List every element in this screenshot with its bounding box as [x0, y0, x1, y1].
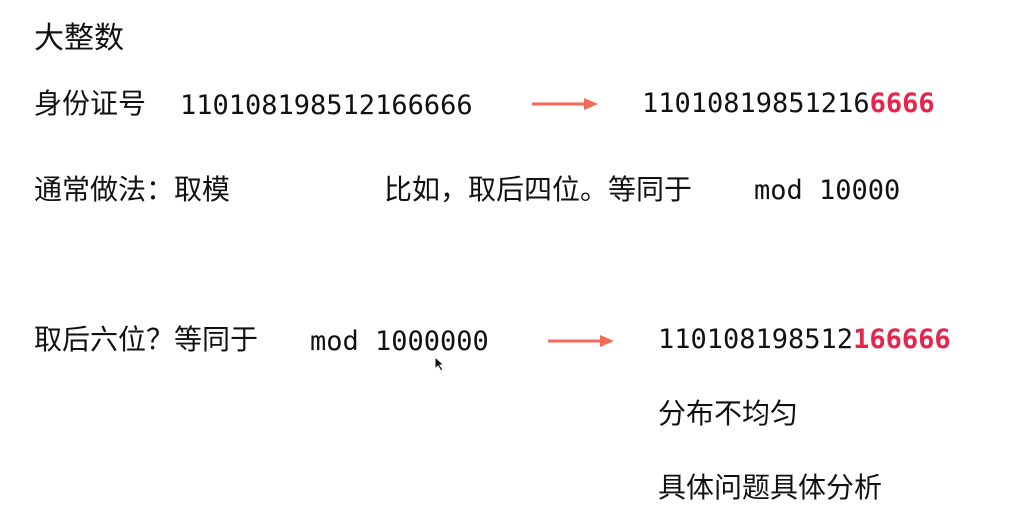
id-mod-result: 110108198512166666: [642, 90, 935, 117]
six-digit-result: 110108198512166666: [658, 326, 951, 353]
slide-title: 大整数: [34, 21, 124, 56]
arrow-right-icon: [532, 98, 598, 110]
result-plain: 11010819851216: [642, 88, 870, 119]
id-number: 110108198512166666: [180, 90, 473, 121]
id-label: 身份证号: [34, 87, 147, 120]
six-digits-label: 取后六位？等同于: [34, 323, 259, 356]
arrow-right-icon: [548, 335, 614, 347]
usual-method-label: 通常做法：取模: [34, 173, 231, 206]
mouse-cursor-icon: [434, 356, 446, 372]
example-text: 比如，取后四位。等同于: [384, 173, 693, 206]
mod-1000000: mod 1000000: [310, 326, 489, 357]
note-uneven-distribution: 分布不均匀: [658, 397, 799, 430]
note-case-by-case: 具体问题具体分析: [658, 471, 883, 504]
result-highlight: 166666: [853, 324, 951, 355]
result-plain: 110108198512: [658, 324, 854, 355]
result-highlight: 6666: [869, 88, 935, 119]
mod-10000: mod 10000: [754, 175, 901, 206]
slide: { "title": "大整数", "row1": { "label": "身份…: [0, 0, 1022, 512]
